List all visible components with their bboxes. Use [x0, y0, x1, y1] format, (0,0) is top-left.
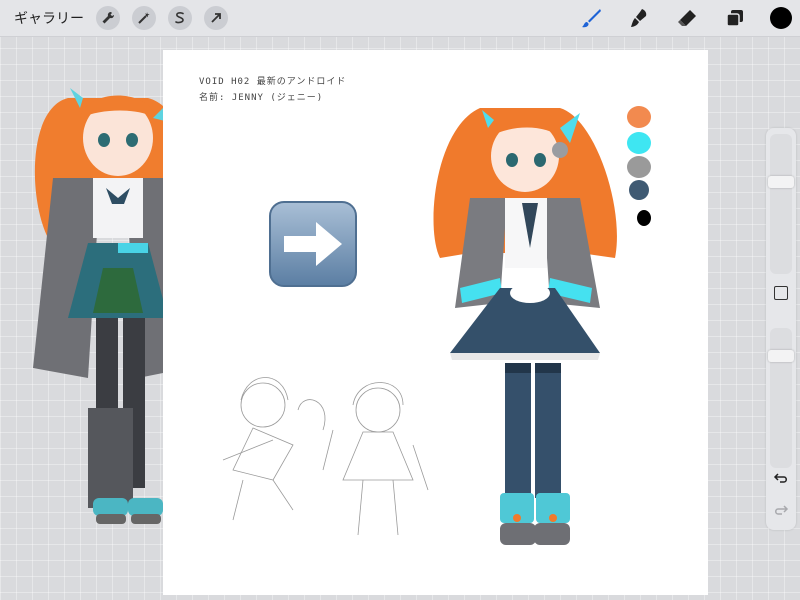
palette-swatch-black	[637, 210, 651, 226]
eraser-tool[interactable]	[674, 5, 700, 31]
eraser-icon	[678, 10, 696, 26]
adjustments-button[interactable]	[132, 6, 156, 30]
selection-icon	[175, 12, 184, 24]
brush-size-handle[interactable]	[768, 176, 794, 188]
opacity-slider[interactable]	[770, 328, 792, 468]
transform-arrow-icon	[211, 13, 221, 23]
top-toolbar: ギャラリー	[0, 0, 800, 37]
smudge-tool[interactable]	[626, 5, 652, 31]
brush-icon	[582, 9, 601, 28]
smudge-icon	[631, 9, 647, 27]
right-arrow-icon	[269, 201, 357, 287]
side-toolbar	[766, 128, 796, 530]
undo-icon[interactable]	[773, 470, 789, 486]
new-design-character-illustration	[433, 108, 617, 545]
rough-sketch-drawings	[222, 377, 429, 536]
palette-swatch-cyan	[627, 132, 651, 154]
actions-button[interactable]	[96, 6, 120, 30]
selection-button[interactable]	[168, 6, 192, 30]
magic-wand-icon	[138, 12, 150, 24]
canvas-note-line2: 名前: JENNY (ジェニー)	[199, 93, 324, 103]
palette-swatch-orange	[627, 106, 651, 128]
modify-button[interactable]	[774, 286, 788, 300]
palette-swatch-gray	[627, 156, 651, 178]
redo-icon[interactable]	[773, 502, 789, 518]
brush-size-slider[interactable]	[770, 134, 792, 274]
gallery-button[interactable]: ギャラリー	[14, 8, 84, 28]
paint-tool[interactable]	[578, 5, 604, 31]
canvas-note-line1: VOID H02 最新のアンドロイド	[199, 77, 347, 87]
transform-button[interactable]	[204, 6, 228, 30]
layers-icon	[726, 10, 743, 27]
layers-button[interactable]	[722, 5, 748, 31]
wrench-icon	[102, 11, 115, 24]
right-tool-group	[578, 0, 800, 36]
opacity-handle[interactable]	[768, 350, 794, 362]
color-picker-button[interactable]	[770, 7, 792, 29]
palette-swatch-navy	[629, 180, 649, 200]
